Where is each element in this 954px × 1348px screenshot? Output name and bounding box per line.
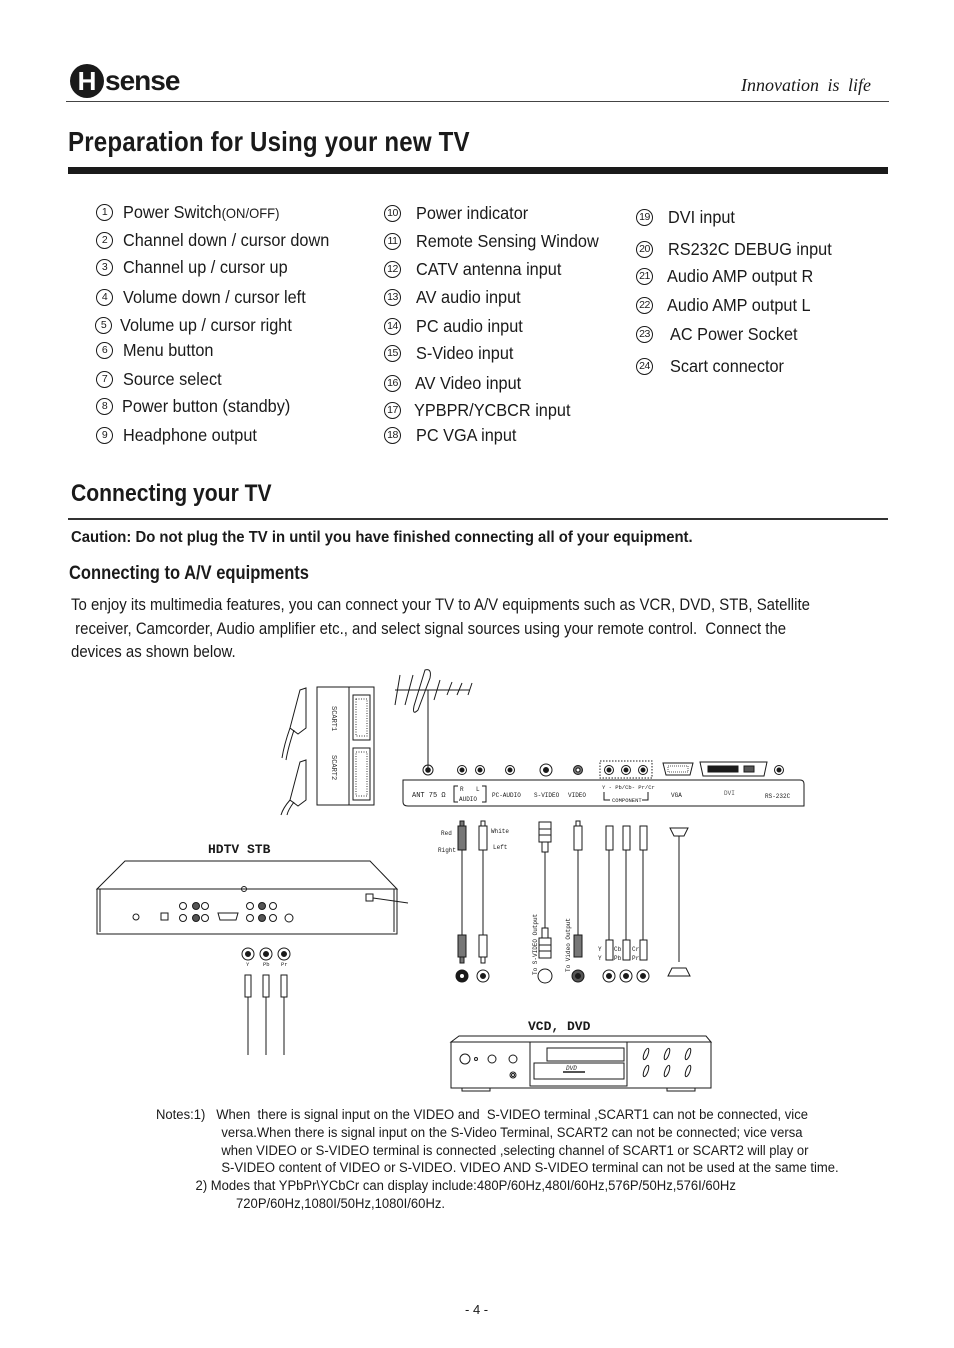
page-number: - 4 - bbox=[465, 1302, 489, 1317]
rs232c-cable bbox=[667, 827, 691, 977]
y-label-top: Y bbox=[598, 946, 602, 953]
pr-label: Pr bbox=[632, 955, 640, 962]
scart2-label: SCART2 bbox=[329, 755, 337, 780]
stb-pr-label: Pr bbox=[281, 961, 288, 968]
note-line: when VIDEO or S-VIDEO terminal is connec… bbox=[221, 1142, 809, 1159]
note-line: 720P/60Hz,1080I/50Hz,1080I/60Hz. bbox=[236, 1195, 446, 1212]
hdtv-stb: Y Pb Pr HDTV STB bbox=[95, 842, 409, 1055]
note-line: 2) Modes that YPbPr\YCbCr can display in… bbox=[195, 1178, 736, 1195]
s-video-cable: To S-VIDEO Output bbox=[532, 821, 553, 984]
cb-label: Cb bbox=[614, 946, 622, 953]
component-top-label: Y - Pb/Cb- Pr/Cr bbox=[602, 784, 655, 791]
red-label: Red bbox=[441, 830, 452, 837]
audio-cables: Red Right White Left bbox=[438, 820, 509, 983]
dvd-player: DVD VCD, DVD bbox=[449, 1019, 713, 1092]
audio-l-label: L bbox=[476, 786, 480, 793]
video-cable: To Video Output bbox=[565, 820, 585, 983]
note-line: Notes:1) When there is signal input on t… bbox=[156, 1107, 808, 1123]
s-video-label: S-VIDEO bbox=[534, 792, 560, 799]
pc-audio-label: PC-AUDIO bbox=[492, 792, 521, 799]
audio-label: AUDIO bbox=[459, 796, 477, 803]
scart-plug-2 bbox=[280, 759, 307, 816]
stb-y-label: Y bbox=[246, 961, 250, 968]
audio-r-label: R bbox=[460, 786, 464, 793]
note-line: versa.When there is signal input on the … bbox=[221, 1124, 803, 1141]
pb-label: Pb bbox=[614, 955, 622, 962]
tv-back-panel: ANT 75 Ω R L AUDIO PC-AUDIO S-VIDEO VIDE… bbox=[402, 760, 805, 807]
ant-label: ANT 75 Ω bbox=[412, 792, 446, 800]
hdtv-stb-label: HDTV STB bbox=[208, 842, 271, 857]
scart-panel: SCART1 SCART2 bbox=[316, 686, 375, 806]
cr-label: Cr bbox=[632, 946, 640, 953]
vcd-dvd-label: VCD, DVD bbox=[528, 1019, 591, 1034]
y-label-bottom: Y bbox=[598, 955, 602, 962]
notes: Notes:1) When there is signal input on t… bbox=[156, 1107, 839, 1214]
antenna-icon bbox=[394, 669, 473, 768]
vga-label: VGA bbox=[671, 792, 682, 799]
rs232c-label: RS-232C bbox=[765, 793, 791, 800]
to-svideo-label: To S-VIDEO Output bbox=[532, 914, 539, 975]
video-label: VIDEO bbox=[568, 792, 586, 799]
scart1-label: SCART1 bbox=[329, 706, 337, 731]
stb-pb-label: Pb bbox=[263, 961, 270, 968]
left-label: Left bbox=[493, 844, 507, 851]
white-label: White bbox=[491, 828, 509, 835]
dvd-logo: DVD bbox=[566, 1065, 577, 1072]
to-video-label: To Video Output bbox=[565, 918, 572, 972]
note-line: S-VIDEO content of VIDEO or S-VIDEO. VID… bbox=[221, 1160, 839, 1177]
component-label: COMPONENT bbox=[612, 797, 642, 804]
scart-plug-1 bbox=[281, 687, 307, 761]
component-cables: Y Y Cb Pb Cr Pr bbox=[598, 825, 650, 983]
dvi-label: DVI bbox=[724, 790, 735, 797]
right-label: Right bbox=[438, 847, 456, 854]
